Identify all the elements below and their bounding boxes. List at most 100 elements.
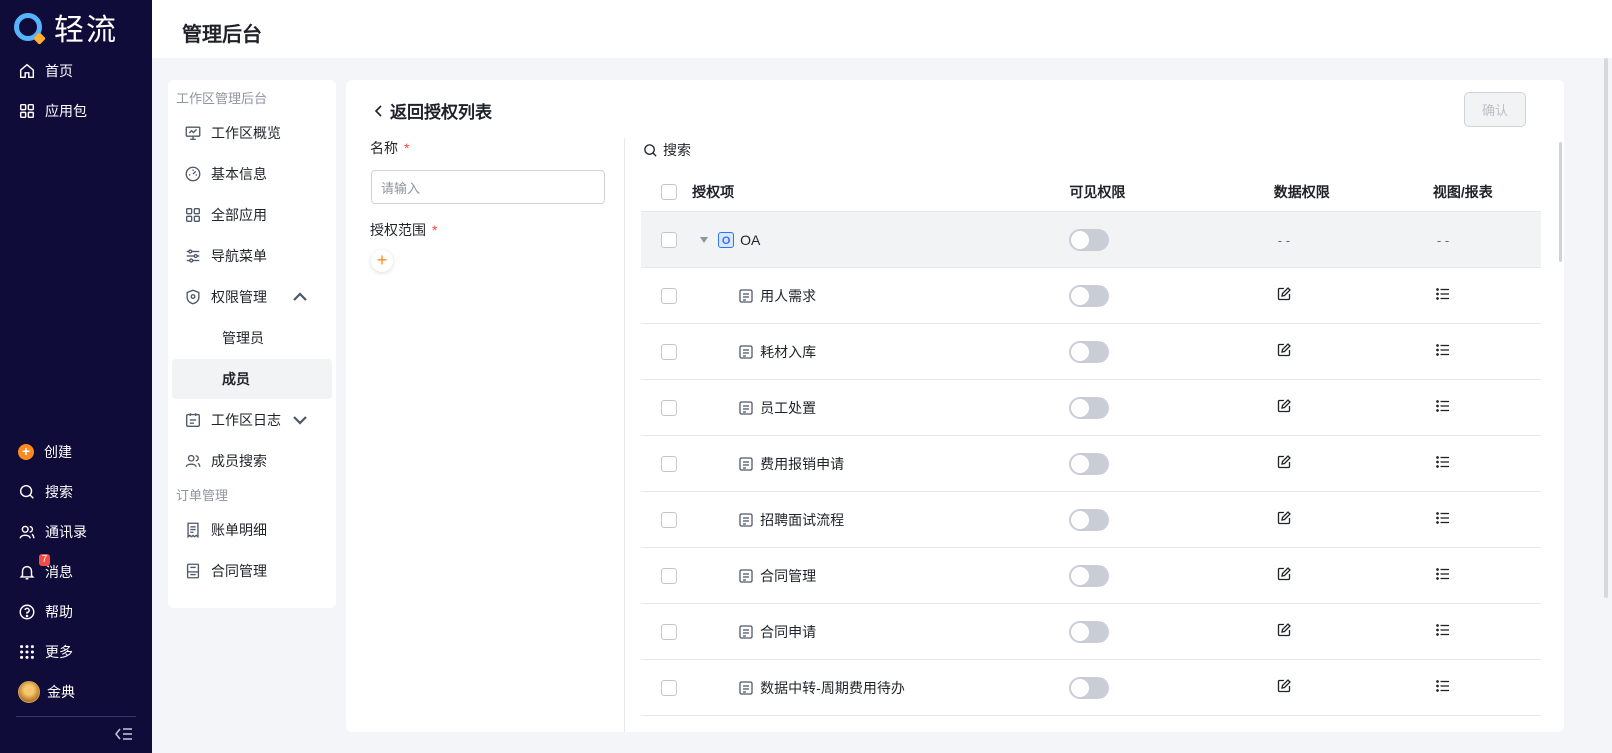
monitor-icon (185, 126, 201, 140)
edit-icon[interactable] (1276, 510, 1292, 526)
row-checkbox[interactable] (660, 567, 677, 584)
nav-item-create[interactable]: + 创建 (18, 437, 72, 467)
nav-item-label: 更多 (45, 644, 73, 660)
row-checkbox[interactable] (660, 511, 677, 528)
row-checkbox[interactable] (660, 287, 677, 304)
edit-icon[interactable] (1276, 286, 1292, 302)
select-all-checkbox[interactable] (660, 183, 677, 200)
nav-item-search[interactable]: 搜索 (18, 477, 73, 507)
users-icon (185, 454, 201, 468)
chevron-down-icon (293, 416, 307, 425)
nav-item-profile[interactable]: 金典 (18, 677, 75, 707)
nav-item-app-packages[interactable]: 应用包 (18, 96, 87, 126)
row-name: OA (740, 231, 761, 248)
sidebar-item-overview[interactable]: 工作区概览 (184, 113, 330, 153)
sidebar-item-nav-menu[interactable]: 导航菜单 (184, 236, 330, 276)
table-header: 授权项 可见权限 数据权限 视图/报表 (641, 172, 1541, 212)
column-header: 视图/报表 (1432, 183, 1493, 200)
table-row: 合同申请 (641, 604, 1541, 660)
list-icon[interactable] (1435, 510, 1451, 526)
row-checkbox[interactable] (660, 343, 677, 360)
collapse-sidebar-icon[interactable] (115, 727, 133, 741)
nav-item-label: 通讯录 (45, 524, 87, 540)
visibility-toggle[interactable] (1069, 452, 1110, 475)
nav-item-messages[interactable]: 7 消息 (18, 554, 73, 587)
add-scope-button[interactable]: + (371, 250, 393, 272)
sidebar-item-bills[interactable]: 账单明细 (184, 510, 330, 550)
table-row: 员工处置 (641, 380, 1541, 436)
panel-divider (624, 138, 625, 732)
edit-icon[interactable] (1276, 398, 1292, 414)
row-checkbox[interactable] (660, 231, 677, 248)
visibility-toggle[interactable] (1069, 396, 1110, 419)
table-row: 转正申请 (641, 716, 1541, 732)
permission-editor-panel: 返回授权列表 确认 名称 * 请输入 授权范围 * + 搜索 授权项 可见权限 数据… (346, 80, 1564, 732)
visibility-toggle[interactable] (1069, 620, 1110, 643)
list-icon[interactable] (1435, 342, 1451, 358)
list-icon[interactable] (1435, 398, 1451, 414)
form-icon (739, 400, 753, 415)
sidebar-item-all-apps[interactable]: 全部应用 (184, 195, 330, 235)
row-checkbox[interactable] (660, 455, 677, 472)
receipt-icon (187, 522, 199, 539)
edit-icon[interactable] (1276, 678, 1292, 694)
sidebar-item-label: 权限管理 (211, 289, 267, 305)
edit-icon[interactable] (1276, 342, 1292, 358)
search-box[interactable]: 搜索 (643, 140, 691, 160)
nav-item-home[interactable]: 首页 (18, 56, 73, 86)
back-to-list-link[interactable]: 返回授权列表 (372, 98, 492, 123)
list-icon[interactable] (1435, 286, 1451, 302)
table-row: 费用报销申请 (641, 436, 1541, 492)
table-scrollbar[interactable] (1559, 142, 1562, 262)
list-icon[interactable] (1435, 622, 1451, 638)
row-checkbox[interactable] (660, 623, 677, 640)
expand-triangle-icon[interactable] (700, 236, 709, 243)
row-name: 用人需求 (760, 287, 817, 304)
confirm-button[interactable]: 确认 (1464, 92, 1526, 127)
sidebar-item-label: 导航菜单 (211, 248, 267, 264)
grid-icon (19, 103, 35, 119)
list-icon[interactable] (1435, 454, 1451, 470)
help-icon (19, 604, 35, 620)
list-icon[interactable] (1435, 566, 1451, 582)
form-icon (739, 456, 753, 471)
sidebar-item-logs[interactable]: 工作区日志 (184, 400, 330, 440)
page-scrollbar[interactable] (1604, 58, 1608, 598)
logo-icon (14, 13, 42, 41)
edit-icon[interactable] (1276, 454, 1292, 470)
table-row-parent: O OA - - - - (641, 212, 1541, 268)
name-input[interactable]: 请输入 (371, 170, 605, 204)
form-icon (739, 512, 753, 527)
avatar (18, 681, 40, 703)
row-checkbox[interactable] (660, 679, 677, 696)
main-nav: 轻流 首页 应用包 + 创建 搜索 通讯录 7 消息 帮助 更多 金典 (0, 0, 152, 753)
sidebar-item-label: 成员搜索 (211, 453, 267, 469)
nav-item-more[interactable]: 更多 (18, 637, 73, 667)
bell-icon (19, 565, 35, 580)
sidebar-item-contracts[interactable]: 合同管理 (184, 551, 330, 591)
visibility-toggle[interactable] (1069, 564, 1110, 587)
visibility-toggle[interactable] (1069, 508, 1110, 531)
sidebar-item-label: 账单明细 (211, 522, 267, 538)
sidebar-item-members[interactable]: 成员 (172, 359, 332, 399)
row-checkbox[interactable] (660, 399, 677, 416)
calendar-icon (186, 413, 200, 427)
visibility-toggle[interactable] (1069, 284, 1110, 307)
visibility-toggle[interactable] (1069, 228, 1110, 251)
table-row: 耗材入库 (641, 324, 1541, 380)
logo[interactable]: 轻流 (14, 10, 118, 48)
row-name: 数据中转-周期费用待办 (760, 679, 905, 696)
edit-icon[interactable] (1276, 566, 1292, 582)
nav-item-help[interactable]: 帮助 (18, 597, 73, 627)
sidebar-item-member-search[interactable]: 成员搜索 (184, 441, 330, 481)
visibility-toggle[interactable] (1069, 340, 1110, 363)
sidebar-item-permissions[interactable]: 权限管理 (184, 277, 330, 317)
edit-icon[interactable] (1276, 622, 1292, 638)
table-row: 合同管理 (641, 548, 1541, 604)
sidebar-item-basic-info[interactable]: 基本信息 (184, 154, 330, 194)
sidebar-item-admins[interactable]: 管理员 (172, 318, 332, 358)
form-icon (739, 624, 753, 639)
visibility-toggle[interactable] (1069, 676, 1110, 699)
nav-item-contacts[interactable]: 通讯录 (18, 517, 87, 547)
list-icon[interactable] (1435, 678, 1451, 694)
